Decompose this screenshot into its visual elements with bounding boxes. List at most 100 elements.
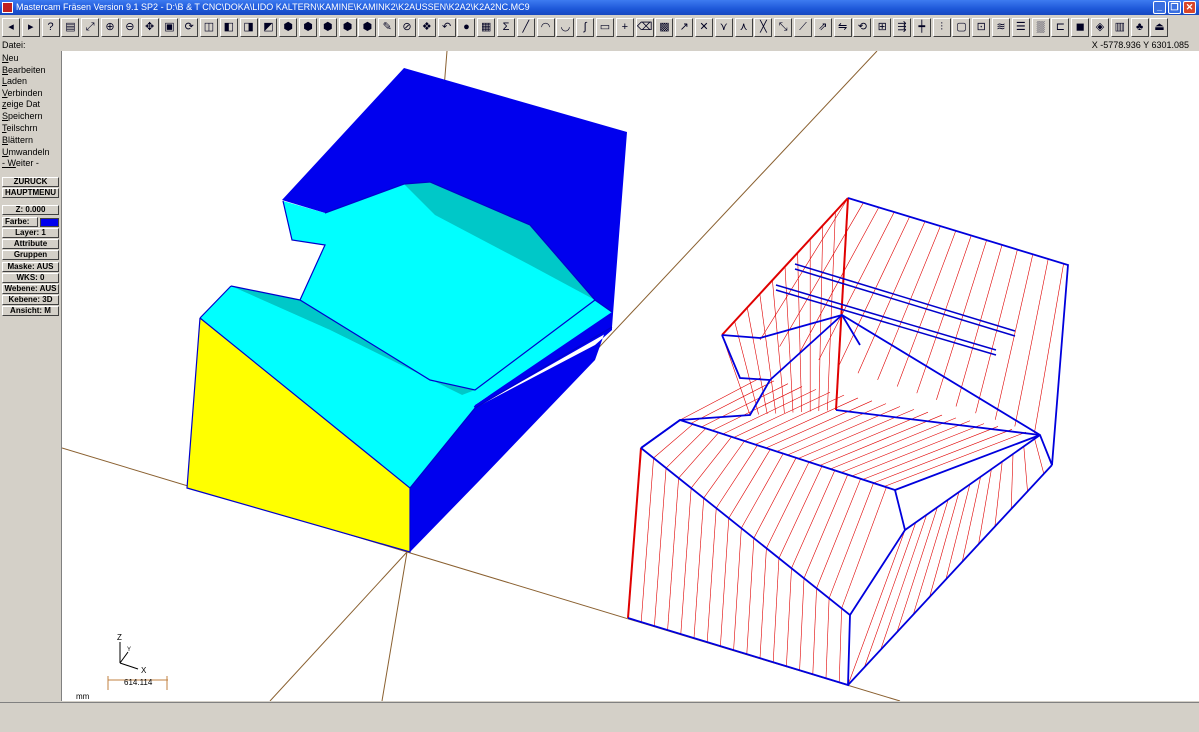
minimize-button[interactable]: _ [1153, 1, 1166, 14]
sum-button[interactable]: Σ [497, 18, 515, 37]
view-front-icon: ◧ [223, 21, 234, 33]
offset-button[interactable]: ⇗ [813, 18, 832, 37]
view-front-button[interactable]: ◧ [219, 18, 238, 37]
eraser-button[interactable]: ⌫ [635, 18, 654, 37]
hatch-line [827, 211, 836, 411]
menu-item-weiter[interactable]: - Weiter - [2, 158, 39, 169]
spline-button[interactable]: ∫ [576, 18, 595, 37]
menu-item-label: aden [7, 76, 28, 86]
fit-screen-button[interactable]: ▣ [160, 18, 179, 37]
cube-custom-button[interactable]: ⬢ [358, 18, 377, 37]
z-depth-button[interactable]: Z: 0.000 [2, 205, 59, 215]
trim-button[interactable]: ✕ [695, 18, 713, 37]
multicolor-button[interactable]: ❖ [417, 18, 436, 37]
back-button[interactable]: ◂ [2, 18, 20, 37]
contour-button[interactable]: ⊡ [972, 18, 991, 37]
triad-z-label: Z [117, 633, 122, 642]
tree-button[interactable]: ♣ [1130, 18, 1149, 37]
graphics-viewport[interactable]: Z Y X [62, 51, 1199, 701]
trim-three-button[interactable]: ⋏ [734, 18, 753, 37]
menu-item-verbinden[interactable]: Verbinden [2, 88, 43, 99]
wcs-button[interactable]: WKS: 0 [2, 273, 59, 283]
gallery-button[interactable]: ▥ [1110, 18, 1129, 37]
color-swatch[interactable] [40, 218, 59, 227]
drill-button[interactable]: ⫶ [932, 18, 951, 37]
attribute-button[interactable]: Attribute [2, 239, 59, 249]
exit-button[interactable]: ⏏ [1150, 18, 1169, 37]
help-button[interactable]: ? [41, 18, 60, 37]
operations-button[interactable]: ☰ [1011, 18, 1030, 37]
main-toolbar: ◂ ▸? ▤ ⤢ ⊕ ⊖ ✥ ▣ ⟳ ◫ ◧ ◨ ◩ ⬢ ⬢ ⬢ ⬢ ⬢ ✎ ⊘ ❖ ↶ ● ▦ Σ ╱ ◠ ◡ ∫ ▭ + ⌫ ▩ ↗ ✕ ⋎ ⋏ ╳ ⤡… [0, 16, 1199, 41]
solid-button[interactable]: ◼ [1071, 18, 1090, 37]
verify-button[interactable]: ▒ [1031, 18, 1050, 37]
layer-button[interactable]: Layer: 1 [2, 228, 59, 238]
zoom-in-button[interactable]: ⊕ [101, 18, 119, 37]
close-button[interactable]: ✕ [1183, 1, 1196, 14]
forward-button[interactable]: ▸ [21, 18, 40, 37]
menu-item-teilschrn[interactable]: Teilschrn [2, 123, 38, 134]
pencil-button[interactable]: ✎ [378, 18, 397, 37]
menu-item-laden[interactable]: Laden [2, 76, 27, 87]
rotate-view-button[interactable]: ⟳ [180, 18, 199, 37]
menu-item-blattern[interactable]: Blättern [2, 135, 33, 146]
view-top-button[interactable]: ◫ [200, 18, 218, 37]
menu-item-bearbeiten[interactable]: Bearbeiten [2, 65, 46, 76]
zoom-out-button[interactable]: ⊖ [120, 18, 139, 37]
surface-button[interactable]: ≋ [992, 18, 1010, 37]
arrow-button[interactable]: ↗ [675, 18, 694, 37]
rotate-button[interactable]: ⟲ [853, 18, 872, 37]
break-button[interactable]: ╳ [754, 18, 773, 37]
color-button[interactable]: Farbe: [2, 217, 38, 227]
cube-iso-button[interactable]: ⬢ [338, 18, 357, 37]
scale-button[interactable]: ⊞ [873, 18, 892, 37]
zoom-window-button[interactable]: ⤢ [81, 18, 100, 37]
sphere-button[interactable]: ● [457, 18, 476, 37]
cube-side-button[interactable]: ⬢ [318, 18, 337, 37]
tool-plane-button[interactable]: Webene: AUS [2, 284, 59, 294]
calculator-button[interactable]: ▤ [61, 18, 80, 37]
mask-button[interactable]: Maske: AUS [2, 262, 59, 272]
menu-item-zeige-dat[interactable]: zeige Dat [2, 99, 40, 110]
line-button[interactable]: ╱ [516, 18, 535, 37]
pocket-button[interactable]: ▢ [952, 18, 971, 37]
arc-button[interactable]: ◠ [536, 18, 555, 37]
point-button[interactable]: + [615, 18, 634, 37]
model-canvas[interactable]: Z Y X [62, 51, 1199, 701]
extend-button[interactable]: ⤡ [774, 18, 793, 37]
cube-front-button[interactable]: ⬢ [299, 18, 317, 37]
translate-button[interactable]: ⇶ [893, 18, 911, 37]
mirror-button[interactable]: ⇋ [833, 18, 852, 37]
menu-item-neu[interactable]: Neu [2, 53, 19, 64]
pan-icon: ✥ [144, 21, 155, 33]
toolpath-button[interactable]: ┿ [912, 18, 931, 37]
construction-plane-button[interactable]: Kebene: 3D [2, 295, 59, 305]
zoom-window-icon: ⤢ [85, 21, 95, 33]
triad-y-label: Y [127, 647, 131, 653]
rectangle-button[interactable]: ▭ [596, 18, 614, 37]
hatch-line [772, 280, 785, 414]
pan-button[interactable]: ✥ [140, 18, 159, 37]
hatch-line [786, 568, 792, 667]
main-menu-button[interactable]: HAUPTMENÜ [2, 188, 59, 198]
groups-button[interactable]: Gruppen [2, 250, 59, 260]
menu-item-speichern[interactable]: Speichern [2, 111, 43, 122]
view-side-button[interactable]: ◨ [239, 18, 258, 37]
rotate-view-icon: ⟳ [184, 21, 194, 33]
cube-top-button[interactable]: ⬢ [279, 18, 298, 37]
view-iso-button[interactable]: ◩ [259, 18, 278, 37]
hatch-line [706, 508, 717, 643]
trim-two-button[interactable]: ⋎ [714, 18, 733, 37]
no-entry-button[interactable]: ⊘ [398, 18, 416, 37]
view-button[interactable]: Ansicht: M [2, 306, 59, 316]
analyze-button[interactable]: ▦ [477, 18, 496, 37]
arc-down-button[interactable]: ◡ [556, 18, 575, 37]
material-button[interactable]: ◈ [1091, 18, 1109, 37]
box-button[interactable]: ▩ [655, 18, 674, 37]
undo-button[interactable]: ↶ [437, 18, 456, 37]
hatch-line [766, 461, 810, 549]
lathe-button[interactable]: ⊏ [1051, 18, 1070, 37]
menu-item-umwandeln[interactable]: Umwandeln [2, 147, 50, 158]
maximize-button[interactable]: ❐ [1168, 1, 1181, 14]
back-button[interactable]: ZURÜCK [2, 177, 59, 187]
join-button[interactable]: ⟋ [794, 18, 812, 37]
